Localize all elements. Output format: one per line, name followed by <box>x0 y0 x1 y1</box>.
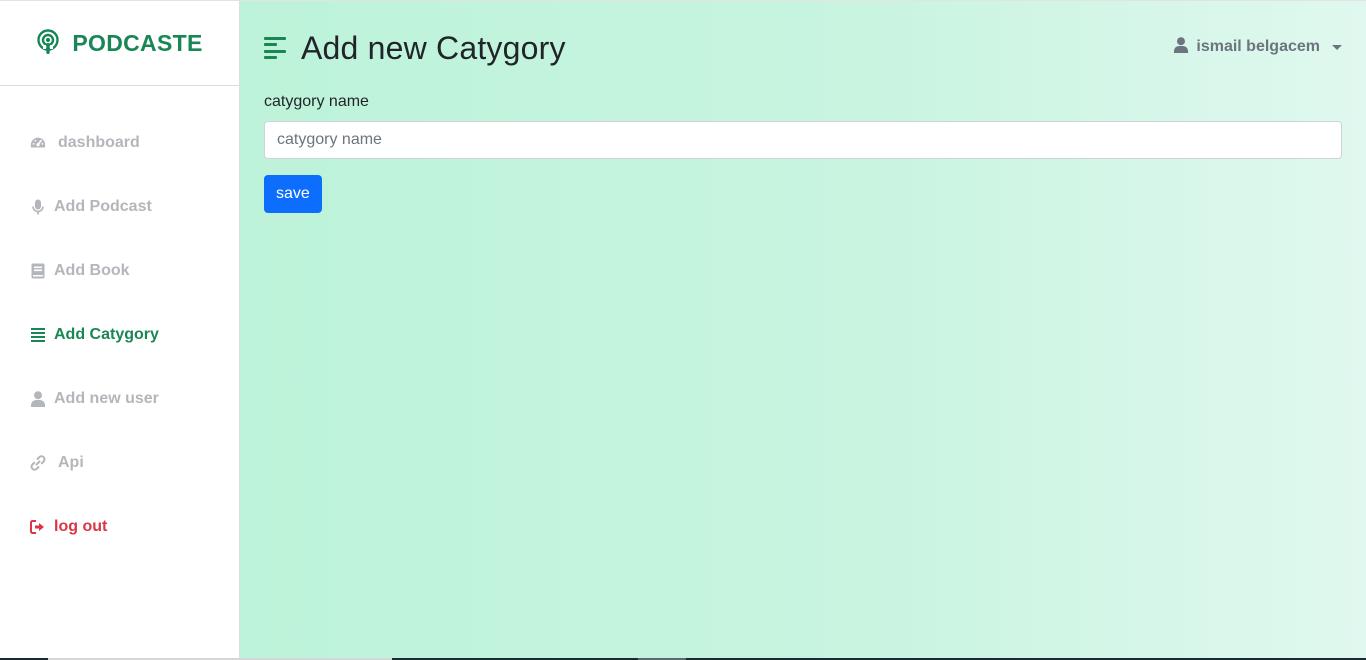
sidebar-item-add-podcast[interactable]: Add Podcast <box>0 175 239 239</box>
sidebar-item-add-new-user[interactable]: Add new user <box>0 367 239 431</box>
catygory-name-label: catygory name <box>264 93 369 110</box>
sidebar-item-add-catygory[interactable]: Add Catygory <box>0 303 239 367</box>
sidebar: PODCASTE dashboard Add Podcast Add Book … <box>0 0 240 658</box>
list-icon <box>30 327 46 343</box>
chevron-down-icon <box>1332 44 1342 50</box>
main-content: Add new Catygory ismail belgacem catygor… <box>240 0 1366 658</box>
save-button[interactable]: save <box>264 175 322 213</box>
user-icon <box>1174 36 1189 58</box>
podcast-icon <box>36 29 60 57</box>
sidebar-item-label: log out <box>54 518 108 535</box>
sidebar-item-label: Add Catygory <box>54 326 159 343</box>
sidebar-item-dashboard[interactable]: dashboard <box>0 111 239 175</box>
brand-name: PODCASTE <box>72 29 203 56</box>
sidebar-nav: dashboard Add Podcast Add Book Add Catyg… <box>0 86 239 559</box>
user-icon <box>30 391 46 407</box>
catygory-name-input[interactable] <box>264 121 1342 159</box>
sidebar-item-label: Add Podcast <box>54 198 152 215</box>
tachometer-icon <box>30 135 46 151</box>
sidebar-item-label: Add new user <box>54 390 159 407</box>
add-catygory-form: catygory name save <box>264 93 1342 213</box>
sidebar-item-label: Api <box>58 454 84 471</box>
book-icon <box>30 263 46 279</box>
brand[interactable]: PODCASTE <box>0 1 239 86</box>
sidebar-item-label: Add Book <box>54 262 130 279</box>
sidebar-item-api[interactable]: Api <box>0 431 239 495</box>
align-left-icon[interactable] <box>264 37 286 59</box>
microphone-icon <box>30 199 46 215</box>
user-name: ismail belgacem <box>1196 38 1320 55</box>
user-dropdown[interactable]: ismail belgacem <box>1174 36 1342 58</box>
sign-out-icon <box>30 519 46 535</box>
sidebar-item-log-out[interactable]: log out <box>0 495 239 559</box>
sidebar-item-add-book[interactable]: Add Book <box>0 239 239 303</box>
topbar: Add new Catygory ismail belgacem <box>264 27 1342 69</box>
link-icon <box>30 455 46 471</box>
page-title: Add new Catygory <box>301 29 566 66</box>
sidebar-item-label: dashboard <box>58 134 140 151</box>
